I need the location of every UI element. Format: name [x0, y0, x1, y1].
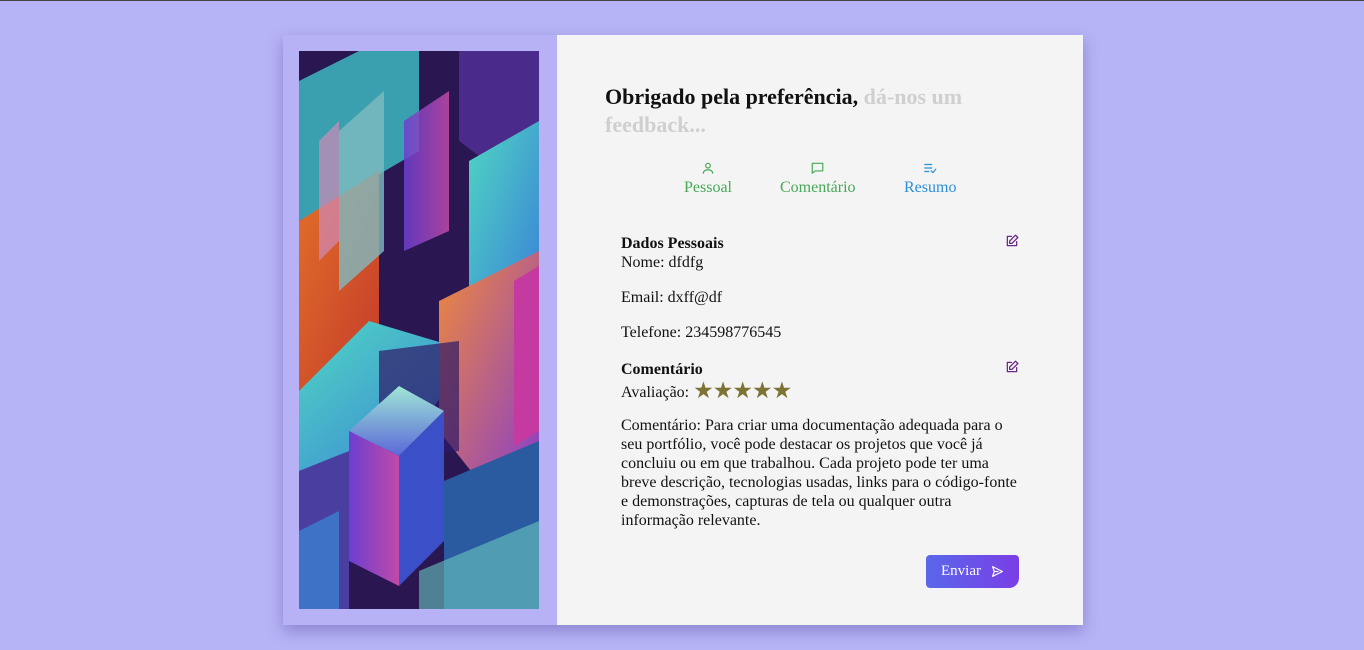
feedback-card: Obrigado pela preferência, dá-nos um fee… — [283, 35, 1083, 625]
send-button[interactable]: Enviar — [926, 555, 1019, 588]
message-icon — [811, 162, 824, 174]
summary-panel: Obrigado pela preferência, dá-nos um fee… — [557, 35, 1083, 625]
email-label: Email: — [621, 289, 664, 306]
page-title: Obrigado pela preferência, dá-nos um fee… — [605, 83, 1005, 139]
step-comentario[interactable]: Comentário — [780, 161, 856, 197]
section-heading: Comentário — [621, 361, 703, 378]
list-check-icon — [924, 163, 937, 174]
phone-label: Telefone: — [621, 324, 682, 341]
review-section: Comentário Avaliação: ★★★★★ Comentário: … — [621, 360, 1019, 530]
user-icon — [702, 162, 714, 174]
rating-label: Avaliação: — [621, 384, 690, 401]
section-heading: Dados Pessoais — [621, 235, 724, 252]
email-value: dxff@df — [667, 289, 723, 306]
step-label: Comentário — [780, 179, 856, 196]
email-row: Email: dxff@df — [621, 288, 1019, 307]
step-indicator: Pessoal Comentário Resumo — [557, 161, 1083, 211]
rating-row: Avaliação: ★★★★★ — [621, 378, 1019, 403]
step-resumo[interactable]: Resumo — [904, 161, 956, 197]
star-rating: ★★★★★ — [693, 378, 792, 403]
step-label: Resumo — [904, 179, 957, 196]
edit-icon[interactable] — [1005, 360, 1019, 374]
step-label: Pessoal — [684, 179, 732, 196]
side-panel — [283, 35, 557, 625]
send-icon — [992, 566, 1003, 577]
comment-label: Comentário: — [621, 417, 701, 434]
phone-row: Telefone: 234598776545 — [621, 323, 1019, 342]
abstract-artwork-image — [299, 51, 539, 609]
send-label: Enviar — [941, 563, 981, 579]
name-row: Nome: dfdfg — [621, 253, 1019, 272]
comment-text: Comentário: Para criar uma documentação … — [621, 416, 1019, 530]
edit-icon[interactable] — [1005, 234, 1019, 248]
name-value: dfdfg — [668, 254, 704, 271]
step-pessoal[interactable]: Pessoal — [684, 161, 732, 197]
personal-data-section: Dados Pessoais Nome: dfdfg Email: dxff@d… — [621, 234, 1019, 342]
phone-value: 234598776545 — [685, 324, 782, 341]
name-label: Nome: — [621, 254, 665, 271]
title-main: Obrigado pela preferência, — [605, 84, 859, 109]
